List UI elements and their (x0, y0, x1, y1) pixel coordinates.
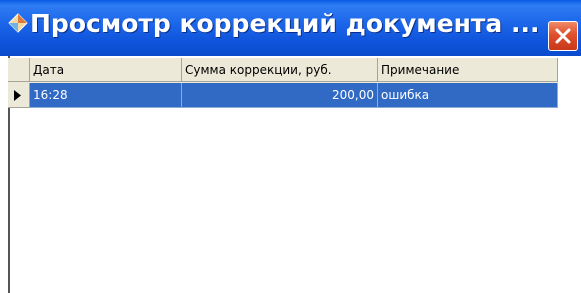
close-button[interactable] (548, 21, 578, 51)
window-title: Просмотр коррекций документа ... (30, 9, 540, 38)
row-indicator[interactable] (8, 83, 30, 108)
column-header-amount[interactable]: Сумма коррекции, руб. (182, 58, 378, 82)
cell-date[interactable]: 16:28 (30, 83, 182, 108)
cell-note[interactable]: ошибка (378, 83, 558, 108)
diamond-app-icon (7, 12, 29, 34)
correction-view-window: Просмотр коррекций документа ... Дата Су… (0, 0, 581, 293)
column-header-note[interactable]: Примечание (378, 58, 558, 82)
cell-amount[interactable]: 200,00 (182, 83, 378, 108)
table-row[interactable]: 16:28 200,00 ошибка (8, 83, 558, 108)
title-bar[interactable]: Просмотр коррекций документа ... (0, 0, 581, 56)
grid-header: Дата Сумма коррекции, руб. Примечание (8, 58, 558, 83)
column-header-date[interactable]: Дата (30, 58, 182, 82)
header-corner (8, 58, 30, 82)
